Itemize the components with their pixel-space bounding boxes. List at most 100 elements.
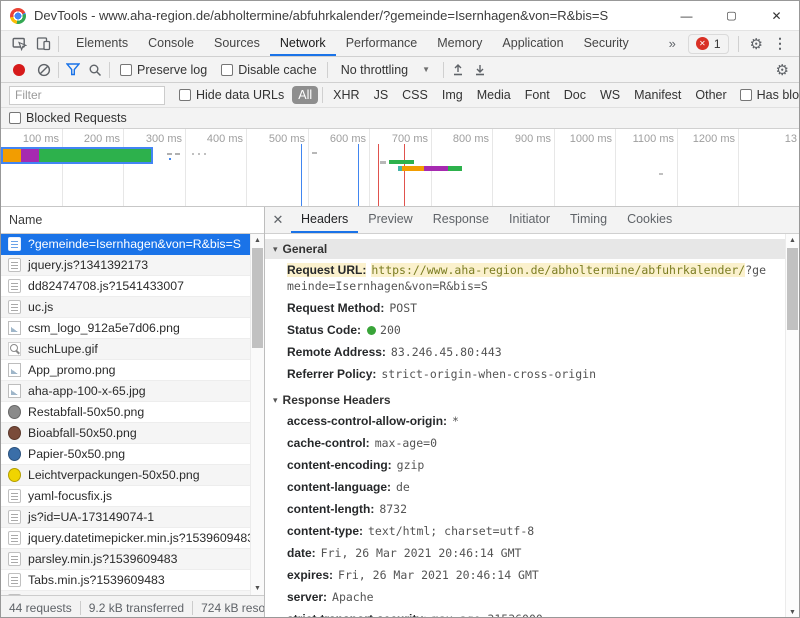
filter-input[interactable]	[9, 86, 165, 105]
table-row[interactable]: uc.js	[1, 297, 264, 318]
waterfall-bar[interactable]	[175, 153, 180, 155]
filter-type-all[interactable]: All	[292, 86, 318, 104]
table-row[interactable]: Leichtverpackungen-50x50.png	[1, 465, 264, 486]
table-row[interactable]: yaml-focusfix.js	[1, 486, 264, 507]
table-row[interactable]: Formulare.min.js?1539609483	[1, 591, 264, 595]
tab-console[interactable]: Console	[138, 31, 204, 56]
scroll-up-icon[interactable]: ▲	[786, 237, 799, 244]
clear-icon[interactable]	[33, 59, 55, 81]
tab-elements[interactable]: Elements	[66, 31, 138, 56]
has-blocked-cookies-checkbox[interactable]: Has blocked cookies	[740, 88, 800, 102]
waterfall-bar[interactable]	[398, 166, 462, 171]
scroll-up-icon[interactable]: ▲	[251, 237, 264, 244]
waterfall-bar[interactable]	[389, 160, 414, 164]
details-scrollbar[interactable]: ▲ ▼	[785, 234, 799, 618]
close-details-icon[interactable]: ✕	[265, 207, 291, 233]
disable-cache-checkbox[interactable]: Disable cache	[221, 63, 317, 77]
hide-data-urls-checkbox[interactable]: Hide data URLs	[179, 88, 284, 102]
details-tab-timing[interactable]: Timing	[560, 207, 617, 233]
device-toolbar-icon[interactable]	[31, 33, 55, 55]
waterfall-bar[interactable]	[192, 153, 194, 155]
tab-application[interactable]: Application	[492, 31, 573, 56]
minimize-button[interactable]: —	[664, 1, 709, 30]
table-row[interactable]: jquery.datetimepicker.min.js?1539609483	[1, 528, 264, 549]
table-row[interactable]: parsley.min.js?1539609483	[1, 549, 264, 570]
table-row[interactable]: ?gemeinde=Isernhagen&von=R&bis=S	[1, 234, 264, 255]
table-row[interactable]: App_promo.png	[1, 360, 264, 381]
tab-sources[interactable]: Sources	[204, 31, 270, 56]
details-tab-response[interactable]: Response	[423, 207, 499, 233]
table-row[interactable]: csm_logo_912a5e7d06.png	[1, 318, 264, 339]
tab-performance[interactable]: Performance	[336, 31, 428, 56]
table-row[interactable]: Bioabfall-50x50.png	[1, 423, 264, 444]
request-name: jquery.js?1341392173	[28, 258, 148, 272]
tab-memory[interactable]: Memory	[427, 31, 492, 56]
network-settings-gear-icon[interactable]: ⚙	[776, 61, 789, 79]
scroll-down-icon[interactable]: ▼	[251, 585, 264, 592]
table-row[interactable]: Papier-50x50.png	[1, 444, 264, 465]
waterfall-bar[interactable]	[659, 173, 663, 175]
maximize-button[interactable]: ▢	[709, 1, 754, 30]
table-row[interactable]: jquery.js?1341392173	[1, 255, 264, 276]
table-row[interactable]: Restabfall-50x50.png	[1, 402, 264, 423]
header-name: Remote Address:	[287, 345, 386, 359]
table-row[interactable]: dd82474708.js?1541433007	[1, 276, 264, 297]
filter-type-media[interactable]: Media	[471, 86, 517, 104]
error-badge[interactable]: ✕ 1	[688, 34, 729, 54]
header-value: gzip	[397, 458, 425, 472]
close-button[interactable]: ✕	[754, 1, 799, 30]
details-tab-headers[interactable]: Headers	[291, 207, 358, 233]
preserve-log-checkbox[interactable]: Preserve log	[120, 63, 207, 77]
export-har-icon[interactable]	[469, 59, 491, 81]
filter-type-doc[interactable]: Doc	[558, 86, 592, 104]
waterfall-bar[interactable]	[312, 152, 317, 154]
filter-type-manifest[interactable]: Manifest	[628, 86, 687, 104]
details-tab-initiator[interactable]: Initiator	[499, 207, 560, 233]
filter-type-font[interactable]: Font	[519, 86, 556, 104]
section-header[interactable]: ▾General	[265, 239, 785, 259]
throttling-dropdown[interactable]: No throttling ▼	[341, 63, 430, 77]
scroll-down-icon[interactable]: ▼	[786, 609, 799, 616]
scrollbar-thumb[interactable]	[787, 248, 798, 330]
details-tab-preview[interactable]: Preview	[358, 207, 422, 233]
section-header[interactable]: ▾Response Headers	[265, 390, 785, 410]
record-button[interactable]	[13, 64, 25, 76]
waterfall-bar[interactable]	[167, 153, 172, 155]
table-row[interactable]: suchLupe.gif	[1, 339, 264, 360]
waterfall-bar[interactable]	[198, 153, 200, 155]
waterfall-bar[interactable]	[3, 149, 151, 162]
search-icon[interactable]	[84, 59, 106, 81]
filter-type-css[interactable]: CSS	[396, 86, 434, 104]
filter-funnel-icon[interactable]	[62, 59, 84, 81]
import-har-icon[interactable]	[447, 59, 469, 81]
circle-icon	[8, 405, 21, 419]
tab-network[interactable]: Network	[270, 31, 336, 56]
settings-gear-icon[interactable]: ⚙	[742, 35, 771, 53]
tab-security[interactable]: Security	[574, 31, 639, 56]
filter-type-other[interactable]: Other	[689, 86, 732, 104]
filter-type-ws[interactable]: WS	[594, 86, 626, 104]
more-tabs-icon[interactable]: »	[657, 36, 688, 51]
waterfall-bar[interactable]	[380, 161, 386, 164]
menu-dots-icon[interactable]: ⋮	[771, 35, 795, 52]
has-blocked-cookies-label: Has blocked cookies	[757, 88, 800, 102]
details-tab-cookies[interactable]: Cookies	[617, 207, 682, 233]
header-value-link[interactable]: https://www.aha-region.de/abholtermine/a…	[371, 263, 745, 277]
filter-type-js[interactable]: JS	[368, 86, 395, 104]
inspect-element-icon[interactable]	[7, 33, 31, 55]
filter-type-xhr[interactable]: XHR	[327, 86, 365, 104]
waterfall-bar[interactable]	[204, 153, 206, 155]
table-row[interactable]: Tabs.min.js?1539609483	[1, 570, 264, 591]
waterfall-segment	[169, 158, 171, 160]
script-icon	[8, 489, 21, 503]
request-list-scrollbar[interactable]: ▲▼	[250, 234, 264, 595]
blocked-requests-checkbox[interactable]: Blocked Requests	[9, 111, 127, 125]
table-row[interactable]: js?id=UA-173149074-1	[1, 507, 264, 528]
filter-type-img[interactable]: Img	[436, 86, 469, 104]
table-row[interactable]: aha-app-100-x-65.jpg	[1, 381, 264, 402]
waterfall-bar[interactable]	[169, 158, 171, 160]
timeline-band[interactable]: 100 ms200 ms300 ms400 ms500 ms600 ms700 …	[1, 129, 799, 207]
scrollbar-thumb[interactable]	[252, 248, 263, 348]
name-column-header[interactable]: Name	[1, 207, 264, 234]
request-name: yaml-focusfix.js	[28, 489, 112, 503]
